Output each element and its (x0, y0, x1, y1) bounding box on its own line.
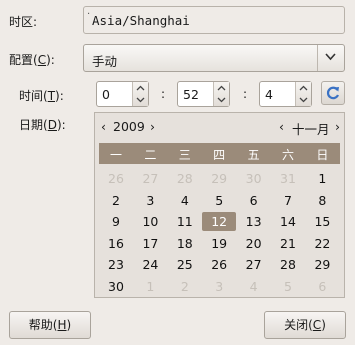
calendar-day[interactable]: 15 (305, 212, 339, 231)
calendar-day[interactable]: 19 (202, 234, 236, 253)
calendar-day[interactable]: 5 (202, 191, 236, 210)
calendar-day-other-month[interactable]: 5 (271, 277, 305, 296)
second-spinbox[interactable]: 4 (259, 81, 312, 107)
chevron-down-icon (325, 53, 336, 61)
calendar-day[interactable]: 12 (202, 212, 237, 231)
weekday-label: 五 (247, 148, 260, 162)
calendar-day[interactable]: 20 (237, 234, 271, 253)
close-button[interactable]: 关闭(C) (264, 311, 346, 339)
help-button-label-end: ) (66, 318, 72, 332)
calendar-day[interactable]: 26 (202, 255, 236, 274)
config-combobox[interactable]: 手动 (83, 44, 345, 72)
calendar-day[interactable]: 30 (99, 277, 133, 296)
spin-down-icon[interactable] (136, 95, 145, 104)
calendar-month: 十一月 (292, 122, 330, 137)
next-year-button[interactable]: › (150, 119, 155, 134)
date-label: 日期(D): (19, 118, 66, 132)
calendar-day[interactable]: 14 (271, 212, 305, 231)
calendar-day[interactable]: 17 (133, 234, 167, 253)
calendar-day-other-month[interactable]: 29 (202, 169, 236, 188)
spin-up-icon[interactable] (136, 84, 145, 93)
calendar-header: ‹ 2009 › ‹ 十一月 › (95, 113, 344, 141)
weekday-label: 二 (144, 148, 157, 162)
calendar-day-other-month[interactable]: 1 (133, 277, 167, 296)
spin-down-icon[interactable] (299, 95, 308, 104)
calendar-day-other-month[interactable]: 4 (237, 277, 271, 296)
second-value: 4 (265, 87, 273, 102)
calendar[interactable]: ‹ 2009 › ‹ 十一月 › 一二三四五六日 26 27 28 29 30 31 1 2 3… (94, 112, 345, 298)
calendar-day-other-month[interactable]: 31 (271, 169, 305, 188)
weekday-label: 三 (178, 148, 191, 162)
spin-up-icon[interactable] (299, 84, 308, 93)
time-label: 时间(T): (19, 89, 64, 103)
calendar-day-other-month[interactable]: 3 (202, 277, 236, 296)
calendar-day[interactable]: 8 (305, 191, 339, 210)
help-button-label: 帮助( (28, 318, 58, 332)
weekday-label: 一 (109, 148, 122, 162)
calendar-day-other-month[interactable]: 27 (133, 169, 167, 188)
calendar-day[interactable]: 22 (305, 234, 339, 253)
calendar-day[interactable]: 13 (237, 212, 271, 231)
spin-up-icon[interactable] (217, 84, 226, 93)
prev-month-button[interactable]: ‹ (279, 119, 284, 134)
next-month-button[interactable]: › (335, 119, 340, 134)
hour-value: 0 (102, 87, 110, 102)
minute-spinbox[interactable]: 52 (177, 81, 230, 107)
calendar-day[interactable]: 3 (133, 191, 167, 210)
calendar-day[interactable]: 16 (99, 234, 133, 253)
refresh-time-button[interactable] (321, 81, 345, 105)
calendar-day-other-month[interactable]: 2 (168, 277, 202, 296)
weekday-label: 日 (316, 148, 329, 162)
time-separator: : (161, 87, 166, 101)
calendar-day-other-month[interactable]: 28 (168, 169, 202, 188)
weekday-label: 四 (213, 148, 226, 162)
hour-spin-buttons (132, 82, 148, 106)
spin-down-icon[interactable] (217, 95, 226, 104)
calendar-day[interactable]: 11 (168, 212, 202, 231)
hour-spinbox[interactable]: 0 (96, 81, 149, 107)
calendar-day[interactable]: 6 (237, 191, 271, 210)
calendar-day[interactable]: 10 (133, 212, 167, 231)
timezone-value: Asia/Shanghai (92, 13, 190, 28)
config-value: 手动 (92, 54, 118, 69)
calendar-day-other-month[interactable]: 6 (305, 277, 339, 296)
timezone-label: 时区: (9, 15, 38, 29)
calendar-day[interactable]: 18 (168, 234, 202, 253)
close-button-label-end: ) (321, 318, 326, 332)
time-separator: : (243, 87, 248, 101)
calendar-day[interactable]: 21 (271, 234, 305, 253)
combo-arrow-button[interactable] (317, 45, 344, 71)
calendar-day[interactable]: 2 (99, 191, 133, 210)
calendar-day[interactable]: 25 (168, 255, 202, 274)
timezone-field[interactable]: · Asia/Shanghai (83, 6, 345, 34)
help-button[interactable]: 帮助(H) (9, 311, 91, 339)
second-spin-buttons (295, 82, 311, 106)
close-mnemonic: C (312, 318, 322, 332)
refresh-icon (326, 86, 340, 100)
calendar-day[interactable]: 9 (99, 212, 133, 231)
calendar-day[interactable]: 27 (237, 255, 271, 274)
calendar-day[interactable]: 28 (271, 255, 305, 274)
prev-year-button[interactable]: ‹ (101, 119, 106, 134)
timezone-marker-icon: · (87, 9, 91, 20)
calendar-year: 2009 (113, 119, 145, 134)
weekday-header: 一二三四五六日 (99, 143, 340, 164)
calendar-day[interactable]: 1 (305, 169, 339, 188)
calendar-day[interactable]: 4 (168, 191, 202, 210)
minute-spin-buttons (213, 82, 229, 106)
calendar-day[interactable]: 24 (133, 255, 167, 274)
minute-value: 52 (183, 87, 199, 102)
calendar-day-other-month[interactable]: 26 (99, 169, 133, 188)
help-mnemonic: H (57, 318, 67, 332)
calendar-day[interactable]: 29 (305, 255, 339, 274)
config-label: 配置(C): (9, 53, 55, 67)
calendar-day[interactable]: 23 (99, 255, 133, 274)
calendar-day[interactable]: 7 (271, 191, 305, 210)
close-button-label: 关闭( (284, 318, 313, 332)
weekday-label: 六 (281, 148, 294, 162)
calendar-day-other-month[interactable]: 30 (237, 169, 271, 188)
